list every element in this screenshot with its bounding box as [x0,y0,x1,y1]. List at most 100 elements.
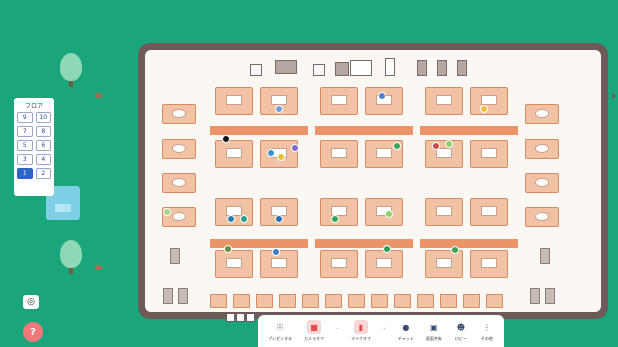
floor-button-7[interactable]: 7 [17,126,33,137]
booth-seat[interactable] [325,294,342,308]
booth-seat[interactable] [394,294,411,308]
floor-button-10[interactable]: 10 [35,112,51,123]
booth-seat[interactable] [463,294,480,308]
user-avatar[interactable] [222,135,230,143]
side-desk[interactable] [162,173,196,193]
locate-me-button[interactable]: ◎ [23,295,39,309]
floor-button-8[interactable]: 8 [35,126,51,137]
user-avatar[interactable] [272,248,280,256]
side-desk[interactable] [525,173,559,193]
user-avatar[interactable] [432,142,440,150]
locker [417,60,427,76]
present-button[interactable]: ☉ プレゼンする [268,320,292,342]
view-tab[interactable] [236,313,245,322]
desk[interactable] [470,198,508,226]
side-desk[interactable] [162,104,196,124]
desk[interactable] [425,140,463,168]
booth-seat[interactable] [440,294,457,308]
desk[interactable] [365,87,403,115]
user-avatar[interactable] [224,245,232,253]
floor-button-6[interactable]: 6 [35,140,51,151]
lobby-button[interactable]: ☻ ロビー [454,320,468,342]
booth-seat[interactable] [279,294,296,308]
desk[interactable] [365,198,403,226]
user-avatar[interactable] [275,105,283,113]
mic-options-caret-icon[interactable]: ˆ [383,328,386,335]
user-avatar[interactable] [451,246,459,254]
user-avatar[interactable] [267,149,275,157]
booth-seat[interactable] [302,294,319,308]
side-desk[interactable] [525,139,559,159]
whiteboard[interactable] [350,60,372,76]
floor-button-3[interactable]: 3 [17,154,33,165]
desk[interactable] [215,250,253,278]
office-map [138,43,608,319]
phone-booth[interactable] [530,288,540,304]
desk[interactable] [215,140,253,168]
booth-seat[interactable] [486,294,503,308]
desk[interactable] [215,198,253,226]
floor-button-9[interactable]: 9 [17,112,33,123]
user-avatar[interactable] [240,215,248,223]
desk[interactable] [470,250,508,278]
stone-decoration [95,93,102,98]
phone-booth[interactable] [178,288,188,304]
camera-off-button[interactable]: ■ カメラオフ [304,320,324,342]
desk[interactable] [320,87,358,115]
phone-booth[interactable] [170,248,180,264]
floor-selector-panel: フロア 9 10 7 8 5 6 3 4 1 2 [14,98,54,196]
user-avatar[interactable] [383,245,391,253]
sofa[interactable] [275,60,297,74]
desk[interactable] [320,140,358,168]
desk[interactable] [320,198,358,226]
desk[interactable] [365,250,403,278]
user-avatar[interactable] [480,105,488,113]
floor-button-2[interactable]: 2 [35,168,51,179]
user-avatar[interactable] [291,144,299,152]
floor-button-4[interactable]: 4 [35,154,51,165]
user-avatar[interactable] [331,215,339,223]
booth-seat[interactable] [210,294,227,308]
office-floor [145,50,601,312]
user-avatar[interactable] [277,153,285,161]
view-tab[interactable] [246,313,255,322]
locker [457,60,467,76]
desk[interactable] [320,250,358,278]
screen-share-button[interactable]: ▣ 画面共有 [426,320,442,342]
desk[interactable] [470,140,508,168]
booth-seat[interactable] [417,294,434,308]
chat-label: チャット [397,336,414,341]
chat-button[interactable]: ● チャット [398,320,414,342]
desk[interactable] [425,198,463,226]
desk[interactable] [425,250,463,278]
kiosk[interactable] [385,58,395,76]
booth-seat[interactable] [348,294,365,308]
floor-button-1[interactable]: 1 [17,168,33,179]
side-desk[interactable] [525,104,559,124]
desk[interactable] [470,87,508,115]
booth-seat[interactable] [233,294,250,308]
user-avatar[interactable] [163,208,171,216]
user-avatar[interactable] [393,142,401,150]
view-tab[interactable] [226,313,235,322]
phone-booth[interactable] [545,288,555,304]
user-avatar[interactable] [385,210,393,218]
mic-off-button[interactable]: ▮ マイクオフ [351,320,371,342]
user-avatar[interactable] [275,215,283,223]
help-button[interactable]: ? [23,322,43,342]
side-desk[interactable] [162,139,196,159]
user-avatar[interactable] [227,215,235,223]
side-desk[interactable] [525,207,559,227]
camera-options-caret-icon[interactable]: ˆ [336,328,339,335]
floor-button-5[interactable]: 5 [17,140,33,151]
more-button[interactable]: ⋮ その他 [480,320,494,342]
booth-seat[interactable] [256,294,273,308]
booth-seat[interactable] [371,294,388,308]
desk[interactable] [425,87,463,115]
desk[interactable] [215,87,253,115]
phone-booth[interactable] [540,248,550,264]
user-avatar[interactable] [445,140,453,148]
plant-box [313,64,325,76]
user-avatar[interactable] [378,92,386,100]
phone-booth[interactable] [163,288,173,304]
